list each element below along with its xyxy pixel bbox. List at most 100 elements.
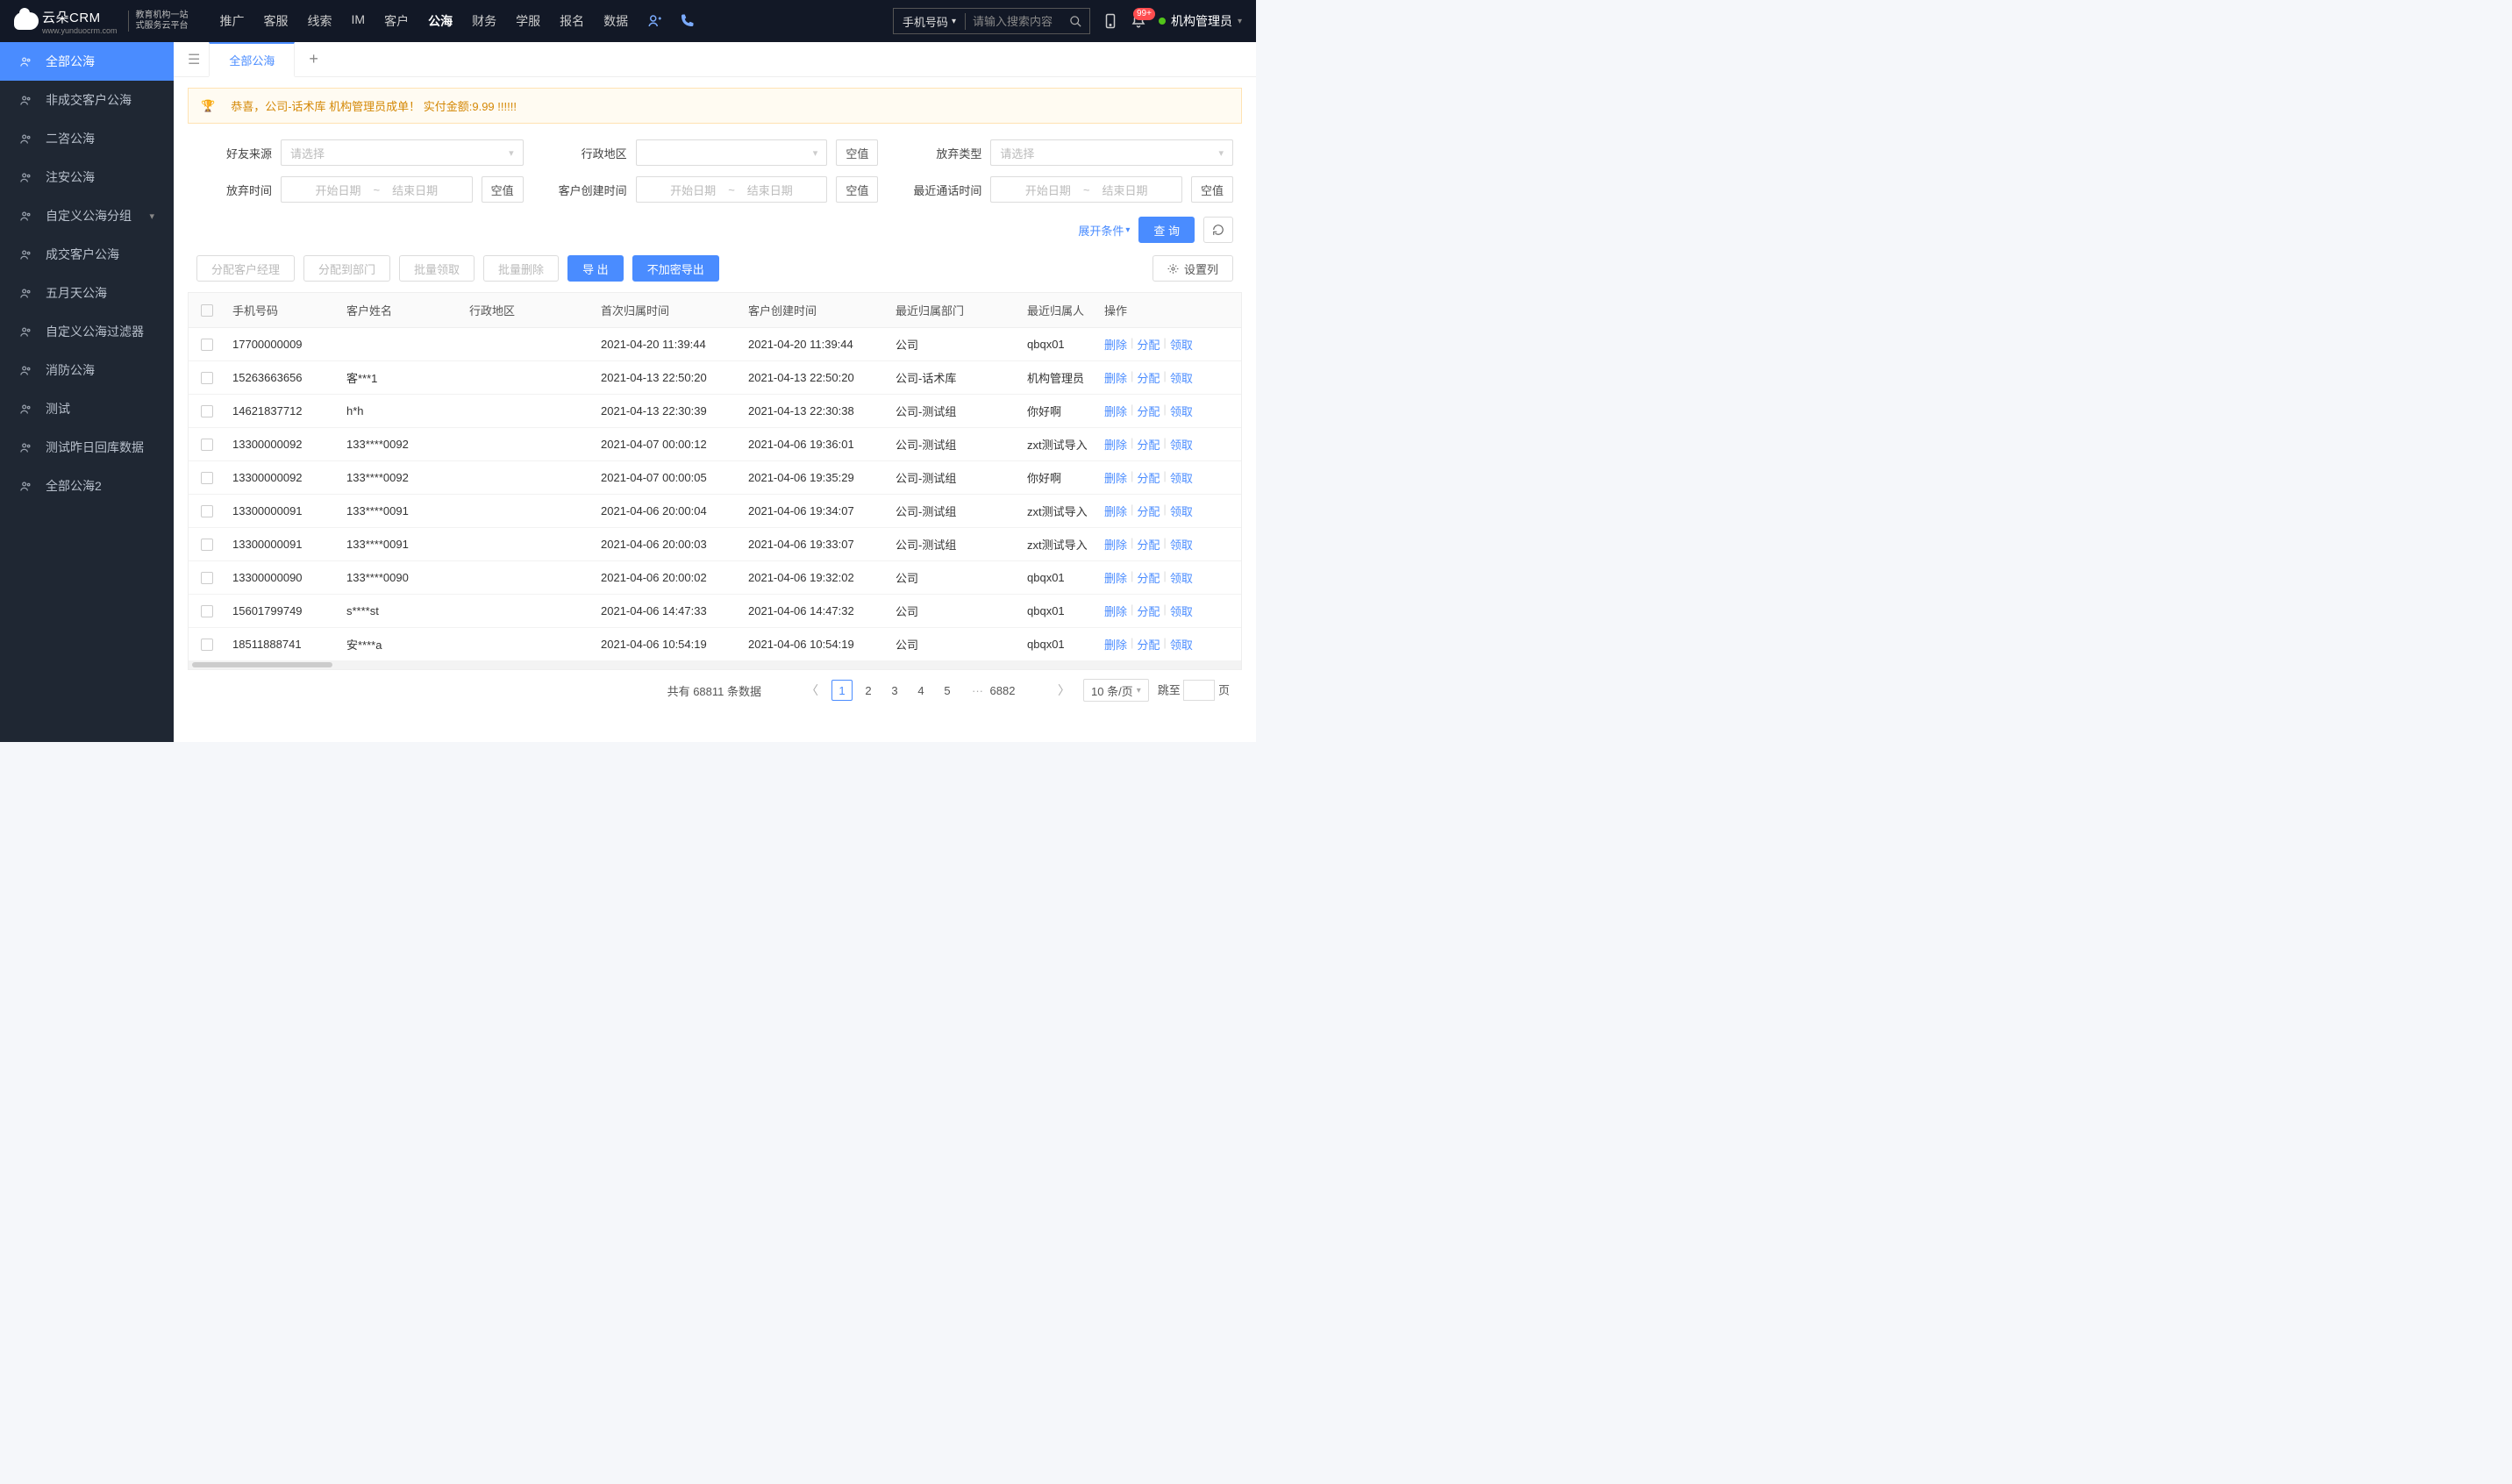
op-assign[interactable]: 分配	[1137, 469, 1160, 486]
nav-报名[interactable]: 报名	[560, 12, 584, 30]
page-5[interactable]: 5	[937, 680, 958, 701]
nav-学服[interactable]: 学服	[516, 12, 540, 30]
op-delete[interactable]: 删除	[1104, 369, 1127, 386]
sidebar-item-自定义公海分组[interactable]: 自定义公海分组▾	[0, 196, 174, 235]
filter-call-time-empty-button[interactable]: 空值	[1191, 176, 1233, 203]
row-checkbox[interactable]	[201, 539, 213, 551]
nav-数据[interactable]: 数据	[603, 12, 628, 30]
sidebar-item-注安公海[interactable]: 注安公海	[0, 158, 174, 196]
row-checkbox[interactable]	[201, 572, 213, 584]
expand-filters-link[interactable]: 展开条件 ▾	[1078, 222, 1130, 239]
filter-abandon-time-range[interactable]: 开始日期~结束日期	[281, 176, 473, 203]
batch-claim-button[interactable]: 批量领取	[399, 255, 475, 282]
row-checkbox[interactable]	[201, 472, 213, 484]
sidebar-item-全部公海2[interactable]: 全部公海2	[0, 467, 174, 505]
assign-dept-button[interactable]: 分配到部门	[303, 255, 390, 282]
op-assign[interactable]: 分配	[1137, 369, 1160, 386]
op-delete[interactable]: 删除	[1104, 636, 1127, 653]
phone-icon[interactable]	[679, 13, 695, 29]
set-columns-button[interactable]: 设置列	[1153, 255, 1233, 282]
op-claim[interactable]: 领取	[1170, 369, 1193, 386]
page-next[interactable]: 〉	[1053, 680, 1074, 701]
export-button[interactable]: 导 出	[567, 255, 624, 282]
op-assign[interactable]: 分配	[1137, 503, 1160, 519]
row-checkbox[interactable]	[201, 639, 213, 651]
filter-source-select[interactable]: 请选择▾	[281, 139, 524, 166]
horizontal-scrollbar[interactable]	[189, 660, 1241, 669]
assign-manager-button[interactable]: 分配客户经理	[196, 255, 295, 282]
op-delete[interactable]: 删除	[1104, 469, 1127, 486]
op-delete[interactable]: 删除	[1104, 403, 1127, 419]
page-last[interactable]: 6882	[992, 680, 1013, 701]
nav-客服[interactable]: 客服	[264, 12, 289, 30]
page-4[interactable]: 4	[910, 680, 931, 701]
op-claim[interactable]: 领取	[1170, 536, 1193, 553]
export-plain-button[interactable]: 不加密导出	[632, 255, 719, 282]
page-size-select[interactable]: 10 条/页▾	[1083, 679, 1149, 702]
row-checkbox[interactable]	[201, 505, 213, 517]
op-claim[interactable]: 领取	[1170, 603, 1193, 619]
nav-线索[interactable]: 线索	[308, 12, 332, 30]
batch-delete-button[interactable]: 批量删除	[483, 255, 559, 282]
query-button[interactable]: 查 询	[1138, 217, 1195, 243]
sidebar-item-测试昨日回库数据[interactable]: 测试昨日回库数据	[0, 428, 174, 467]
op-assign[interactable]: 分配	[1137, 336, 1160, 353]
search-input[interactable]	[966, 15, 1062, 28]
op-claim[interactable]: 领取	[1170, 403, 1193, 419]
sidebar-item-成交客户公海[interactable]: 成交客户公海	[0, 235, 174, 274]
nav-财务[interactable]: 财务	[472, 12, 496, 30]
op-delete[interactable]: 删除	[1104, 536, 1127, 553]
add-user-icon[interactable]	[647, 13, 663, 29]
row-checkbox[interactable]	[201, 405, 213, 417]
mobile-icon[interactable]	[1103, 13, 1118, 29]
tab-list-icon[interactable]: ☰	[181, 51, 207, 68]
user-menu[interactable]: 机构管理员 ▾	[1159, 12, 1242, 30]
page-1[interactable]: 1	[831, 680, 853, 701]
op-assign[interactable]: 分配	[1137, 603, 1160, 619]
checkbox-all[interactable]	[201, 304, 213, 317]
filter-abandon-time-empty-button[interactable]: 空值	[482, 176, 524, 203]
sidebar-item-非成交客户公海[interactable]: 非成交客户公海	[0, 81, 174, 119]
op-assign[interactable]: 分配	[1137, 436, 1160, 453]
search-icon[interactable]	[1062, 15, 1089, 28]
refresh-button[interactable]	[1203, 217, 1233, 243]
op-delete[interactable]: 删除	[1104, 603, 1127, 619]
op-claim[interactable]: 领取	[1170, 636, 1193, 653]
filter-area-select[interactable]: ▾	[636, 139, 828, 166]
filter-create-time-empty-button[interactable]: 空值	[836, 176, 878, 203]
op-claim[interactable]: 领取	[1170, 336, 1193, 353]
filter-call-time-range[interactable]: 开始日期~结束日期	[990, 176, 1182, 203]
page-prev[interactable]: 〈	[802, 680, 823, 701]
nav-推广[interactable]: 推广	[220, 12, 245, 30]
nav-客户[interactable]: 客户	[384, 12, 409, 30]
op-claim[interactable]: 领取	[1170, 469, 1193, 486]
op-claim[interactable]: 领取	[1170, 436, 1193, 453]
sidebar-item-消防公海[interactable]: 消防公海	[0, 351, 174, 389]
filter-area-empty-button[interactable]: 空值	[836, 139, 878, 166]
op-assign[interactable]: 分配	[1137, 569, 1160, 586]
op-delete[interactable]: 删除	[1104, 503, 1127, 519]
nav-IM[interactable]: IM	[352, 12, 366, 30]
sidebar-item-全部公海[interactable]: 全部公海	[0, 42, 174, 81]
op-claim[interactable]: 领取	[1170, 503, 1193, 519]
tab-add-icon[interactable]: +	[296, 50, 331, 68]
filter-abandon-type-select[interactable]: 请选择▾	[990, 139, 1233, 166]
filter-create-time-range[interactable]: 开始日期~结束日期	[636, 176, 828, 203]
search-type-select[interactable]: 手机号码 ▾	[894, 13, 966, 30]
row-checkbox[interactable]	[201, 605, 213, 617]
nav-公海[interactable]: 公海	[428, 12, 453, 30]
sidebar-item-五月天公海[interactable]: 五月天公海	[0, 274, 174, 312]
sidebar-item-测试[interactable]: 测试	[0, 389, 174, 428]
op-assign[interactable]: 分配	[1137, 636, 1160, 653]
page-2[interactable]: 2	[858, 680, 879, 701]
op-claim[interactable]: 领取	[1170, 569, 1193, 586]
page-jump-input[interactable]	[1183, 680, 1215, 701]
sidebar-item-二咨公海[interactable]: 二咨公海	[0, 119, 174, 158]
op-delete[interactable]: 删除	[1104, 569, 1127, 586]
row-checkbox[interactable]	[201, 439, 213, 451]
op-delete[interactable]: 删除	[1104, 436, 1127, 453]
page-3[interactable]: 3	[884, 680, 905, 701]
row-checkbox[interactable]	[201, 339, 213, 351]
op-assign[interactable]: 分配	[1137, 403, 1160, 419]
op-assign[interactable]: 分配	[1137, 536, 1160, 553]
